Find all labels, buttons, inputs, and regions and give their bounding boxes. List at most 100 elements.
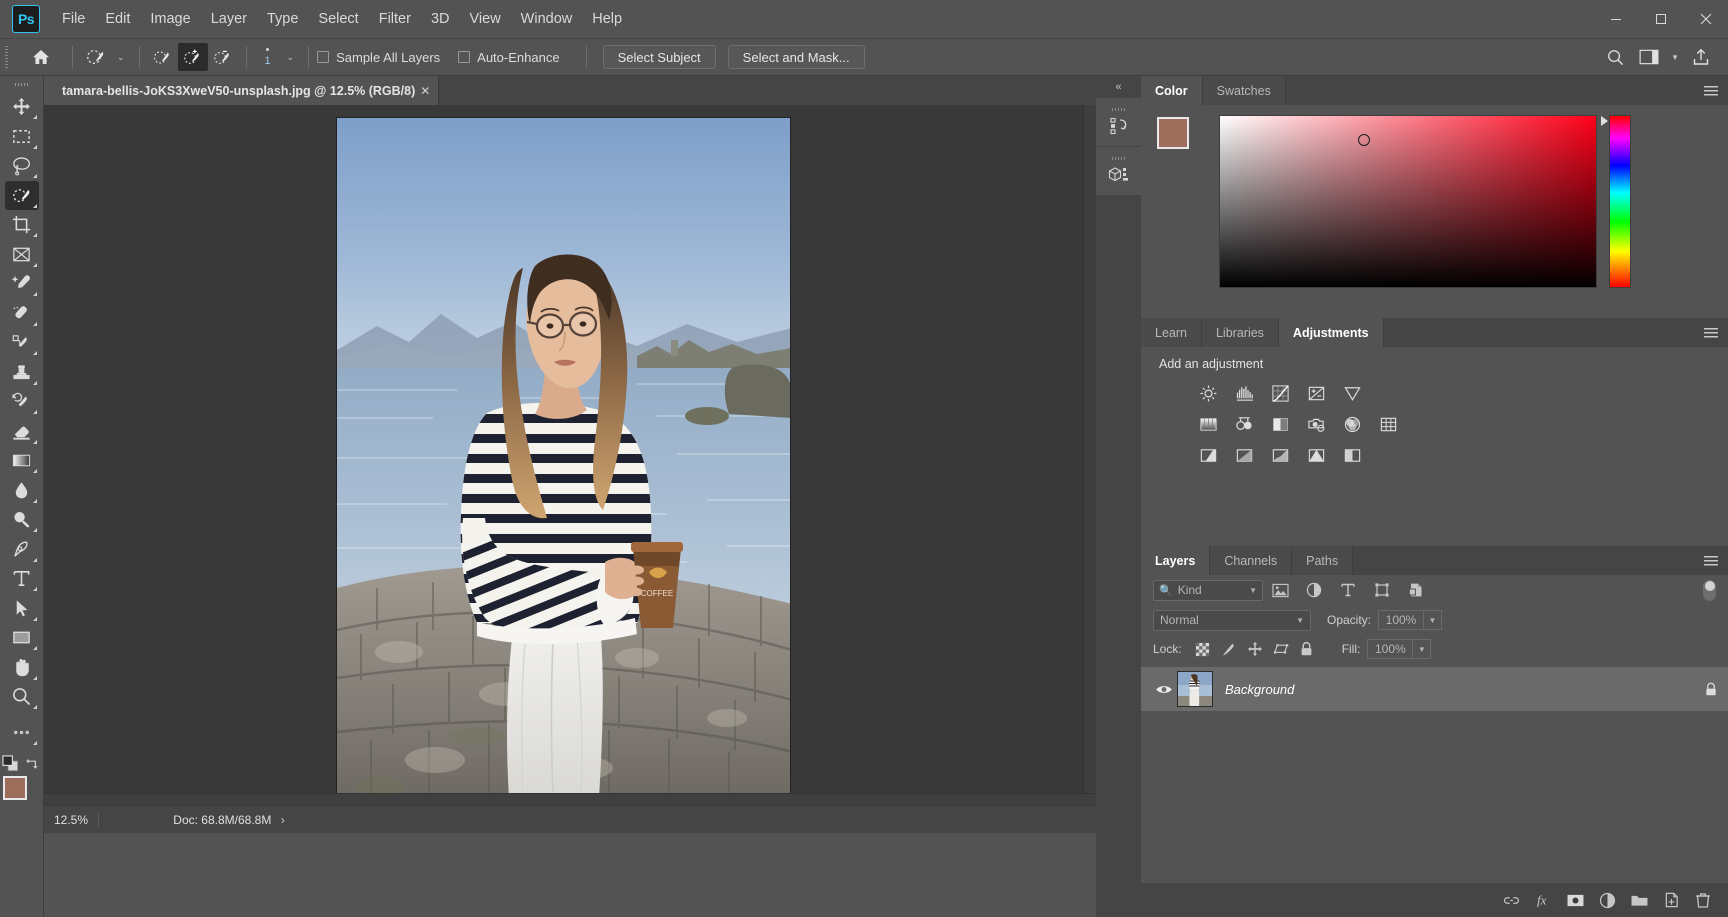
color-picker-ring[interactable] — [1358, 134, 1370, 146]
photoshop-logo[interactable]: Ps — [12, 5, 40, 33]
minimize-button[interactable] — [1593, 0, 1638, 39]
menu-3d[interactable]: 3D — [421, 6, 460, 32]
document-info[interactable]: Doc: 68.8M/68.8M › — [99, 813, 359, 827]
eyedropper-tool[interactable] — [5, 269, 39, 298]
foreground-color-swatch[interactable] — [2, 776, 27, 800]
color-panel-swatches[interactable] — [1153, 115, 1209, 167]
quick-selection-preset-icon[interactable] — [81, 43, 111, 71]
layer-name[interactable]: Background — [1225, 682, 1294, 697]
history-brush-tool[interactable] — [5, 387, 39, 416]
auto-enhance-box[interactable] — [458, 51, 471, 63]
adjustment-filter-icon[interactable] — [1297, 578, 1331, 602]
brush-caret-icon[interactable]: ⌄ — [281, 52, 301, 63]
lock-artboard-icon[interactable] — [1268, 638, 1294, 660]
select-subject-button[interactable]: Select Subject — [602, 45, 716, 69]
vibrance-icon[interactable] — [1339, 381, 1365, 405]
eye-icon[interactable] — [1151, 683, 1177, 696]
swap-colors-icon[interactable] — [25, 756, 41, 772]
dodge-tool[interactable] — [5, 505, 39, 534]
layers-panel-menu-button[interactable] — [1704, 546, 1718, 575]
exposure-icon[interactable] — [1303, 381, 1329, 405]
brightness-contrast-icon[interactable] — [1195, 381, 1221, 405]
shape-filter-icon[interactable] — [1365, 578, 1399, 602]
collapse-panels-button[interactable]: « — [1096, 76, 1141, 98]
link-layers-button[interactable] — [1496, 887, 1526, 913]
hue-slider[interactable] — [1601, 115, 1631, 288]
threshold-icon[interactable] — [1267, 443, 1293, 467]
workspace-icon[interactable] — [1632, 43, 1666, 71]
menu-help[interactable]: Help — [582, 6, 632, 32]
new-layer-button[interactable] — [1656, 887, 1686, 913]
close-icon[interactable]: ✕ — [420, 84, 430, 98]
lock-icon[interactable] — [1704, 682, 1718, 697]
history-panel-rail-button[interactable] — [1096, 98, 1141, 146]
canvas-vertical-scrollbar[interactable] — [1083, 105, 1096, 805]
document-tab[interactable]: tamara-bellis-JoKS3XweV50-unsplash.jpg @… — [44, 76, 440, 105]
lock-image-pixels-icon[interactable] — [1216, 638, 1242, 660]
move-tool[interactable] — [5, 92, 39, 121]
color-picker-field[interactable] — [1219, 115, 1597, 288]
channel-mixer-icon[interactable] — [1339, 412, 1365, 436]
tab-swatches[interactable]: Swatches — [1202, 76, 1286, 105]
color-lookup-icon[interactable] — [1375, 412, 1401, 436]
menu-filter[interactable]: Filter — [369, 6, 421, 32]
canvas-area[interactable]: COFFEE — [44, 105, 1096, 805]
default-colors-icon[interactable] — [2, 755, 19, 772]
layer-thumbnail[interactable] — [1177, 671, 1213, 707]
hue-saturation-icon[interactable] — [1195, 412, 1221, 436]
blur-tool[interactable] — [5, 476, 39, 505]
menu-view[interactable]: View — [460, 6, 511, 32]
type-filter-icon[interactable] — [1331, 578, 1365, 602]
share-icon[interactable] — [1684, 43, 1718, 71]
color-panel-foreground-swatch[interactable] — [1157, 117, 1189, 149]
smart-object-filter-icon[interactable] — [1399, 578, 1433, 602]
tab-channels[interactable]: Channels — [1210, 546, 1293, 575]
blend-mode-select[interactable]: Normal ▼ — [1153, 609, 1311, 631]
menu-image[interactable]: Image — [140, 6, 200, 32]
sample-all-layers-box[interactable] — [317, 51, 330, 63]
brush-size-field[interactable]: 1 — [255, 48, 281, 67]
tab-color[interactable]: Color — [1141, 76, 1203, 105]
table-row[interactable]: Background — [1141, 667, 1728, 711]
menu-layer[interactable]: Layer — [201, 6, 257, 32]
zoom-tool[interactable] — [5, 682, 39, 711]
path-selection-tool[interactable] — [5, 594, 39, 623]
close-button[interactable] — [1683, 0, 1728, 39]
selection-subtract-icon[interactable] — [208, 43, 238, 71]
color-balance-icon[interactable] — [1231, 412, 1257, 436]
selection-new-icon[interactable] — [148, 43, 178, 71]
layer-style-button[interactable]: fx — [1528, 887, 1558, 913]
fill-value[interactable]: 100% — [1367, 639, 1414, 659]
adjustments-panel-menu-button[interactable] — [1704, 318, 1718, 347]
posterize-icon[interactable] — [1231, 443, 1257, 467]
invert-icon[interactable] — [1195, 443, 1221, 467]
new-fill-adjustment-button[interactable] — [1592, 887, 1622, 913]
black-white-icon[interactable] — [1267, 412, 1293, 436]
canvas-horizontal-scrollbar[interactable] — [44, 793, 1096, 805]
hue-slider-handle[interactable] — [1601, 116, 1608, 126]
hand-tool[interactable] — [5, 653, 39, 682]
add-layer-mask-button[interactable] — [1560, 887, 1590, 913]
type-tool[interactable] — [5, 564, 39, 593]
gradient-tool[interactable] — [5, 446, 39, 475]
pixel-filter-icon[interactable] — [1263, 578, 1297, 602]
select-and-mask-button[interactable]: Select and Mask... — [727, 45, 865, 69]
layer-filter-kind-select[interactable]: 🔍 Kind ▼ — [1153, 579, 1263, 601]
menu-type[interactable]: Type — [257, 6, 308, 32]
workspace-caret-icon[interactable]: ▾ — [1666, 43, 1684, 71]
eraser-tool[interactable] — [5, 417, 39, 446]
color-panel-menu-button[interactable] — [1704, 76, 1718, 105]
opacity-value[interactable]: 100% — [1378, 610, 1425, 630]
frame-tool[interactable] — [5, 240, 39, 269]
sample-all-layers-checkbox[interactable]: Sample All Layers — [317, 50, 440, 65]
auto-enhance-checkbox[interactable]: Auto-Enhance — [458, 50, 560, 65]
edit-toolbar-tool[interactable] — [5, 718, 39, 747]
rectangle-tool[interactable] — [5, 623, 39, 652]
tab-libraries[interactable]: Libraries — [1201, 318, 1279, 347]
brush-tool[interactable] — [5, 328, 39, 357]
maximize-button[interactable] — [1638, 0, 1683, 39]
tab-paths[interactable]: Paths — [1292, 546, 1354, 575]
selection-add-icon[interactable] — [177, 43, 208, 71]
gradient-map-icon[interactable] — [1303, 443, 1329, 467]
curves-icon[interactable] — [1267, 381, 1293, 405]
